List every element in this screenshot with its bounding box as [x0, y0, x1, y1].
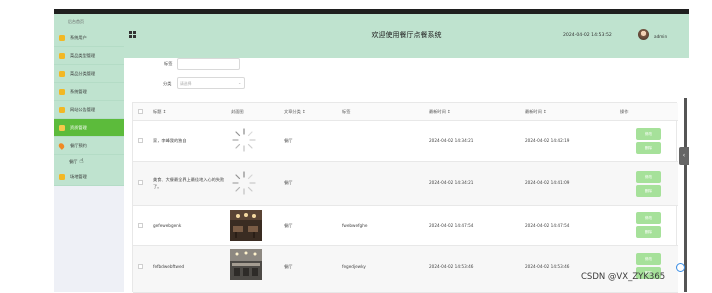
sidebar-item-qualification[interactable]: 资质管理 [54, 119, 124, 137]
edit-button[interactable]: 修改 [636, 171, 661, 183]
row-updated-time: 2024-04-02 14:42:19 [525, 138, 570, 143]
data-table: 标题 ↕ 封面图 文章分类 ↕ 标签 最新时间 ↕ 最新时间 ↕ 操作 家，李峰… [132, 102, 678, 293]
table-row: gefewebgenk 餐厅 fwebwefghe 2024-04-02 14:… [133, 206, 678, 246]
row-checkbox[interactable] [138, 138, 143, 143]
app-window: 后台首页 系统用户 菜品类型管理 菜品分类管理 系统管理 网站公告管理 资质管理… [0, 0, 712, 293]
row-created-time: 2024-04-02 14:34:21 [429, 138, 474, 143]
chevron-down-icon: ⌄ [238, 80, 242, 85]
edit-button[interactable]: 修改 [636, 212, 661, 224]
delete-button[interactable]: 删除 [636, 226, 661, 238]
delete-button[interactable]: 删除 [636, 185, 661, 197]
avatar[interactable] [638, 29, 649, 40]
edit-button[interactable]: 修改 [636, 128, 661, 140]
top-header: 欢迎使用餐厅点餐系统 2024-04-02 14:53:52 admin [124, 14, 689, 58]
sidebar-item-announcements[interactable]: 网站公告管理 [54, 101, 124, 119]
row-title: fefbdwebftwed [153, 264, 185, 269]
folder-icon [59, 88, 65, 95]
column-header[interactable]: 文章分类 ↕ [284, 109, 306, 115]
row-title: 美食、大餐最全界上最佳地入心的失败了。 [153, 177, 225, 189]
clock-icon [59, 70, 65, 77]
sidebar-item-dish-categories[interactable]: 菜品分类管理 [54, 65, 124, 83]
row-tag: fegedjewky [342, 264, 366, 269]
edit-button[interactable]: 修改 [636, 253, 661, 265]
category-select-placeholder: 请选择 [180, 81, 192, 86]
row-checkbox[interactable] [138, 180, 143, 185]
select-all-checkbox[interactable] [138, 109, 143, 114]
row-category: 餐厅 [284, 180, 293, 185]
column-header: 操作 [620, 109, 629, 114]
chevron-left-icon: ‹ [682, 152, 686, 159]
sidebar: 后台首页 系统用户 菜品类型管理 菜品分类管理 系统管理 网站公告管理 资质管理… [54, 14, 124, 292]
row-created-time: 2024-04-02 14:47:54 [429, 223, 474, 228]
watermark-logo-icon [676, 263, 685, 272]
column-header: 封面图 [231, 109, 244, 114]
main-content: 标签 分类 请选择 ⌄ 标题 ↕ 封面图 文章分类 ↕ 标签 最新时间 ↕ 最新… [124, 58, 684, 293]
table-row: 美食、大餐最全界上最佳地入心的失败了。 餐厅 2024-04-02 14:34:… [133, 162, 678, 206]
row-updated-time: 2024-04-02 14:47:54 [525, 223, 570, 228]
column-header[interactable]: 最新时间 ↕ [429, 109, 451, 115]
restaurant-cover-image [230, 210, 262, 241]
row-category: 餐厅 [284, 138, 293, 143]
datetime: 2024-04-02 14:53:52 [563, 33, 612, 38]
sidebar-item-venue[interactable]: 场地管理 [54, 168, 124, 186]
chart-icon [59, 52, 65, 59]
row-created-time: 2024-04-02 14:53:46 [429, 264, 474, 269]
delete-button[interactable]: 删除 [636, 142, 661, 154]
category-filter-label: 分类 [163, 81, 172, 86]
loading-spinner-icon [232, 171, 256, 195]
row-title: gefewebgenk [153, 223, 182, 228]
row-updated-time: 2024-04-02 14:41:09 [525, 180, 570, 185]
title-filter-input[interactable] [177, 58, 240, 70]
row-title: 家，李峰我的独自 [153, 138, 187, 143]
sidebar-subitem-restaurant[interactable]: 餐厅 ☝ [54, 155, 124, 168]
watermark: CSDN @VX_ZYK365 [581, 272, 666, 282]
title-filter-label: 标签 [164, 61, 173, 66]
sidebar-home[interactable]: 后台首页 [54, 14, 124, 29]
hand-cursor-icon: ☝ [79, 157, 84, 165]
row-updated-time: 2024-04-02 14:53:46 [525, 264, 570, 269]
table-header-row: 标题 ↕ 封面图 文章分类 ↕ 标签 最新时间 ↕ 最新时间 ↕ 操作 [133, 103, 678, 121]
row-category: 餐厅 [284, 223, 293, 228]
folder-icon [59, 124, 65, 131]
folder-icon [59, 106, 65, 113]
row-created-time: 2024-04-02 14:34:21 [429, 180, 474, 185]
chart-icon [59, 173, 65, 180]
column-header: 标签 [342, 109, 351, 114]
hall-cover-image [230, 249, 262, 280]
sidebar-item-dish-types[interactable]: 菜品类型管理 [54, 47, 124, 65]
sidebar-item-restaurant-booking[interactable]: 餐厅预约 [54, 137, 124, 155]
collapse-tab[interactable]: ‹ [679, 147, 689, 165]
table-row: 家，李峰我的独自 餐厅 2024-04-02 14:34:21 2024-04-… [133, 121, 678, 162]
loading-spinner-icon [232, 128, 256, 152]
column-header[interactable]: 最新时间 ↕ [525, 109, 547, 115]
row-checkbox[interactable] [138, 223, 143, 228]
location-icon [57, 141, 66, 150]
row-tag: fwebwefghe [342, 223, 368, 228]
table-row: fefbdwebftwed 餐厅 fegedjewky 2024-04-02 1… [133, 246, 678, 293]
sidebar-item-system-users[interactable]: 系统用户 [54, 29, 124, 47]
sidebar-item-system-management[interactable]: 系统管理 [54, 83, 124, 101]
row-category: 餐厅 [284, 264, 293, 269]
column-header[interactable]: 标题 ↕ [153, 109, 166, 115]
folder-icon [59, 34, 65, 41]
username[interactable]: admin [654, 34, 667, 39]
vertical-scrollbar[interactable] [684, 98, 687, 292]
row-checkbox[interactable] [138, 264, 143, 269]
